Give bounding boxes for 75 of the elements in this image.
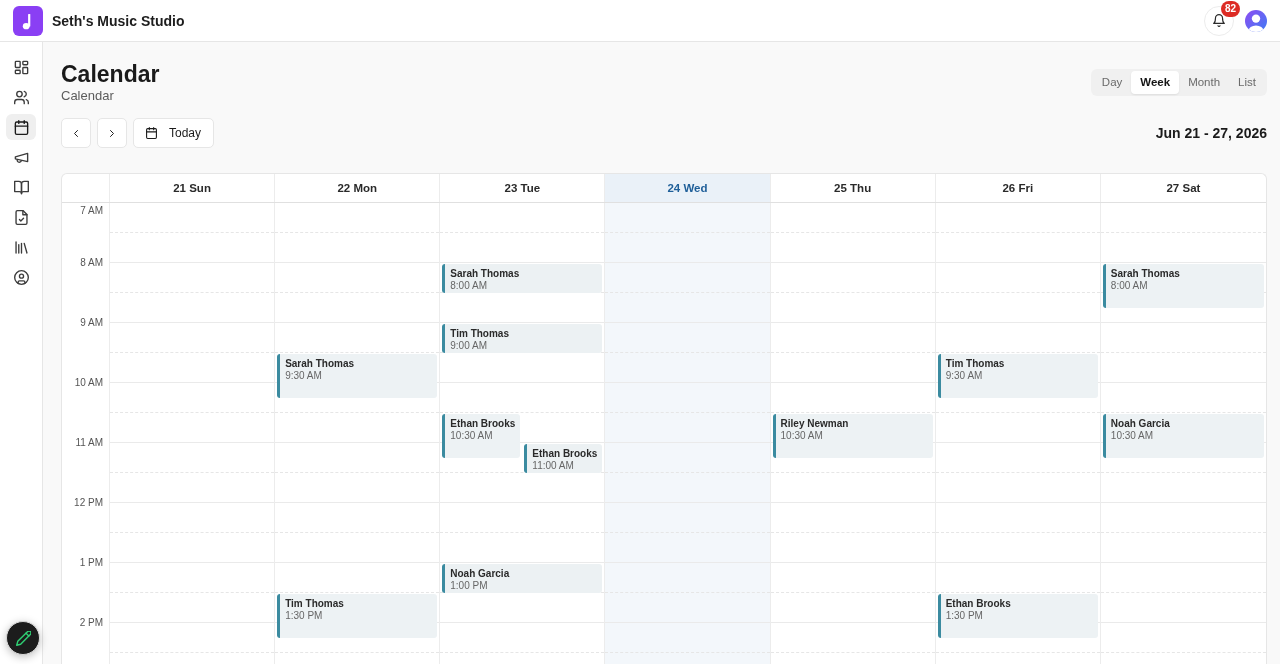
event-time: 9:00 AM <box>450 339 488 351</box>
day-header: 22 Mon <box>275 174 441 202</box>
event-name: Tim Thomas <box>945 358 1006 370</box>
nav-item[interactable] <box>6 114 36 140</box>
avatar-icon[interactable] <box>1245 9 1267 32</box>
book-icon <box>13 179 29 195</box>
bell-icon <box>1213 14 1225 27</box>
today-button[interactable]: Today <box>133 118 215 148</box>
event-name: Noah Garcia <box>1110 418 1171 430</box>
view-tab[interactable]: Month <box>1179 70 1230 94</box>
chevron-right-icon <box>110 129 114 137</box>
time-label: 9 AM <box>80 317 103 329</box>
event-time: 1:30 PM <box>945 609 984 621</box>
event-card[interactable]: Noah Garcia 10:30 AM <box>1102 414 1264 458</box>
event-name: Ethan Brooks <box>450 418 516 430</box>
pencil-icon <box>15 630 31 646</box>
page-title: Calendar <box>61 60 160 88</box>
event-time: 8:00 AM <box>1110 279 1149 291</box>
event-name: Tim Thomas <box>285 598 345 610</box>
event-card[interactable]: Tim Thomas 9:30 AM <box>937 354 1098 398</box>
event-time: 10:30 AM <box>1110 429 1155 441</box>
time-label: 2 PM <box>79 617 103 629</box>
document-check-icon <box>13 209 29 225</box>
event-name: Tim Thomas <box>450 328 510 340</box>
event-card[interactable]: Sarah Thomas 8:00 AM <box>442 264 603 293</box>
view-tab[interactable]: Day <box>1092 70 1132 94</box>
event-name: Ethan Brooks <box>945 598 1012 610</box>
event-name: Noah Garcia <box>450 568 511 580</box>
day-header: 21 Sun <box>110 174 276 202</box>
event-time: 9:30 AM <box>285 369 323 381</box>
event-card[interactable]: Riley Newman 10:30 AM <box>772 414 933 458</box>
time-label: 10 AM <box>74 377 103 389</box>
event-name: Sarah Thomas <box>1110 268 1181 280</box>
event-card[interactable]: Ethan Brooks 1:30 PM <box>937 594 1098 638</box>
grid-icon <box>13 59 29 75</box>
event-time: 1:00 PM <box>450 579 489 591</box>
event-time: 10:30 AM <box>780 429 824 441</box>
event-time: 9:30 AM <box>945 369 984 381</box>
time-label: 7 AM <box>80 205 103 217</box>
event-time: 8:00 AM <box>450 279 488 291</box>
time-label: 1 PM <box>79 557 103 569</box>
event-name: Sarah Thomas <box>450 268 521 280</box>
app-title: Seth's Music Studio <box>52 12 185 29</box>
event-card[interactable]: Sarah Thomas 8:00 AM <box>1102 264 1264 308</box>
event-name: Ethan Brooks <box>532 448 598 460</box>
event-name: Sarah Thomas <box>285 358 356 370</box>
time-label: 11 AM <box>75 437 103 449</box>
day-header: 27 Sat <box>1165 181 1202 196</box>
event-time: 10:30 AM <box>450 429 494 441</box>
date-range: Jun 21 - 27, 2026 <box>1155 125 1267 141</box>
event-card[interactable]: Ethan Brooks 11:00 AM <box>524 444 603 473</box>
event-name: Riley Newman <box>780 418 850 430</box>
event-card[interactable]: Tim Thomas 9:00 AM <box>442 324 603 353</box>
view-tab[interactable]: Week <box>1131 70 1180 94</box>
view-tab[interactable]: List <box>1229 70 1265 94</box>
day-header: 25 Thu <box>770 174 936 202</box>
event-time: 11:00 AM <box>532 459 575 471</box>
people-icon <box>13 89 29 105</box>
event-card[interactable]: Noah Garcia 1:00 PM <box>442 564 603 593</box>
notification-badge: 82 <box>1220 0 1240 17</box>
time-label: 8 AM <box>80 257 103 269</box>
event-card[interactable]: Sarah Thomas 9:30 AM <box>277 354 438 398</box>
time-label: 12 PM <box>74 497 103 509</box>
user-circle-icon <box>13 269 29 285</box>
page-subtitle: Calendar <box>61 88 115 104</box>
music-note-icon <box>13 5 43 36</box>
calendar-icon <box>146 127 157 139</box>
day-header: 26 Fri <box>935 174 1101 202</box>
chevron-left-icon <box>74 129 78 137</box>
event-time: 1:30 PM <box>285 609 324 621</box>
books-icon <box>13 239 29 255</box>
calendar-icon <box>13 119 29 135</box>
event-card[interactable]: Tim Thomas 1:30 PM <box>277 594 438 638</box>
event-card[interactable]: Ethan Brooks 10:30 AM <box>442 414 521 458</box>
day-header: 24 Wed <box>605 174 771 202</box>
